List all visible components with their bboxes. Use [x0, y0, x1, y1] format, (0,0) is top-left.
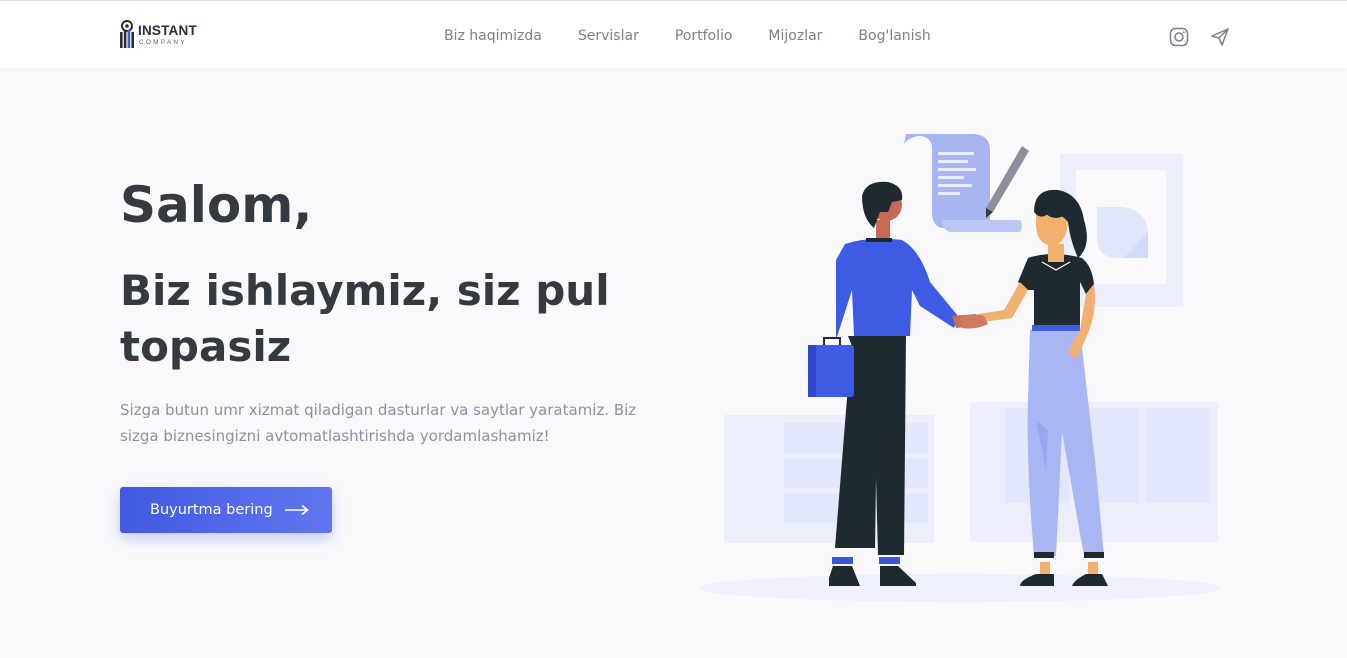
order-button[interactable]: Buyurtma bering [120, 487, 332, 533]
nav-link-about[interactable]: Biz haqimizda [444, 27, 542, 45]
nav-link-contact[interactable]: Bog'lanish [858, 27, 930, 45]
brand-tagline: COMPANY [139, 39, 187, 46]
brand-logo[interactable]: INSTANT COMPANY [119, 20, 219, 52]
instagram-icon[interactable] [1169, 27, 1189, 47]
hero-greeting: Salom, [120, 176, 313, 234]
site-header: INSTANT COMPANY Biz haqimizda Servislar … [0, 0, 1347, 68]
main-nav: Biz haqimizda Servislar Portfolio Mijozl… [444, 27, 967, 45]
handshake-illustration [698, 134, 1222, 602]
hero-title: Biz ishlaymiz, siz pul topasiz [120, 266, 610, 371]
nav-link-clients[interactable]: Mijozlar [768, 27, 822, 45]
hero-description: Sizga butun umr xizmat qiladigan dasturl… [120, 401, 637, 445]
order-button-label: Buyurtma bering [150, 502, 273, 518]
telegram-icon[interactable] [1210, 27, 1230, 47]
nav-link-services[interactable]: Servislar [578, 27, 639, 45]
arrow-right-icon [284, 504, 309, 516]
brand-name: INSTANT [138, 23, 197, 38]
nav-link-portfolio[interactable]: Portfolio [675, 27, 733, 45]
logo-icon [120, 20, 134, 48]
